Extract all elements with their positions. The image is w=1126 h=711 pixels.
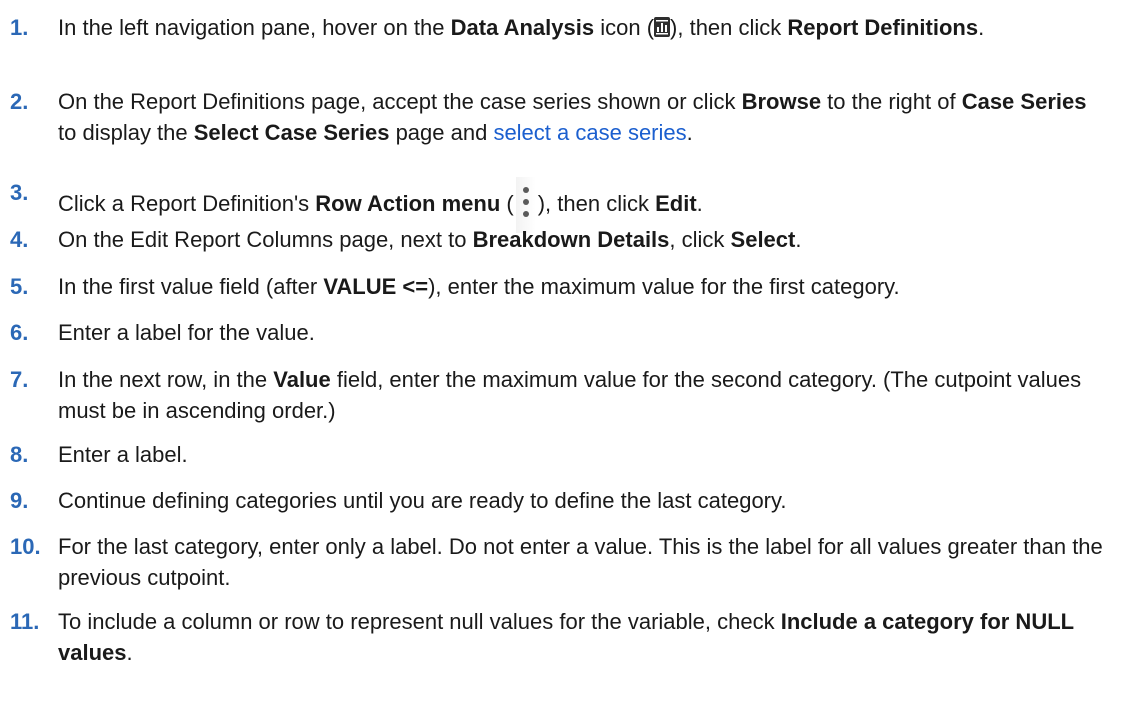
step-text: In the left navigation pane, hover on th… xyxy=(58,14,985,40)
step-text: In the next row, in the Value field, ent… xyxy=(58,367,1082,423)
step-number: 5. xyxy=(10,274,29,299)
instruction-steps: 1. In the left navigation pane, hover on… xyxy=(0,0,1126,711)
step-number: 7. xyxy=(10,367,29,392)
step-text: Enter a label for the value. xyxy=(58,320,315,345)
step-number: 1. xyxy=(10,15,29,40)
step-text: For the last category, enter only a labe… xyxy=(58,534,1103,590)
step-number: 6. xyxy=(10,320,29,345)
step-number: 10. xyxy=(10,534,41,559)
data-analysis-icon xyxy=(654,14,671,37)
step-number: 2. xyxy=(10,89,29,114)
select-case-series-link[interactable]: select a case series xyxy=(493,120,686,145)
step-text: Continue defining categories until you a… xyxy=(58,488,787,513)
step-text: In the first value field (after VALUE <=… xyxy=(58,274,900,299)
step-number: 3. xyxy=(10,180,29,205)
step-text: To include a column or row to represent … xyxy=(58,609,1074,665)
step-number: 4. xyxy=(10,227,29,252)
step-number: 9. xyxy=(10,488,29,513)
step-text: On the Report Definitions page, accept t… xyxy=(58,89,1087,145)
step-number: 8. xyxy=(10,442,29,467)
step-text: On the Edit Report Columns page, next to… xyxy=(58,227,802,252)
step-number: 11. xyxy=(10,609,40,634)
step-text: Enter a label. xyxy=(58,442,188,467)
